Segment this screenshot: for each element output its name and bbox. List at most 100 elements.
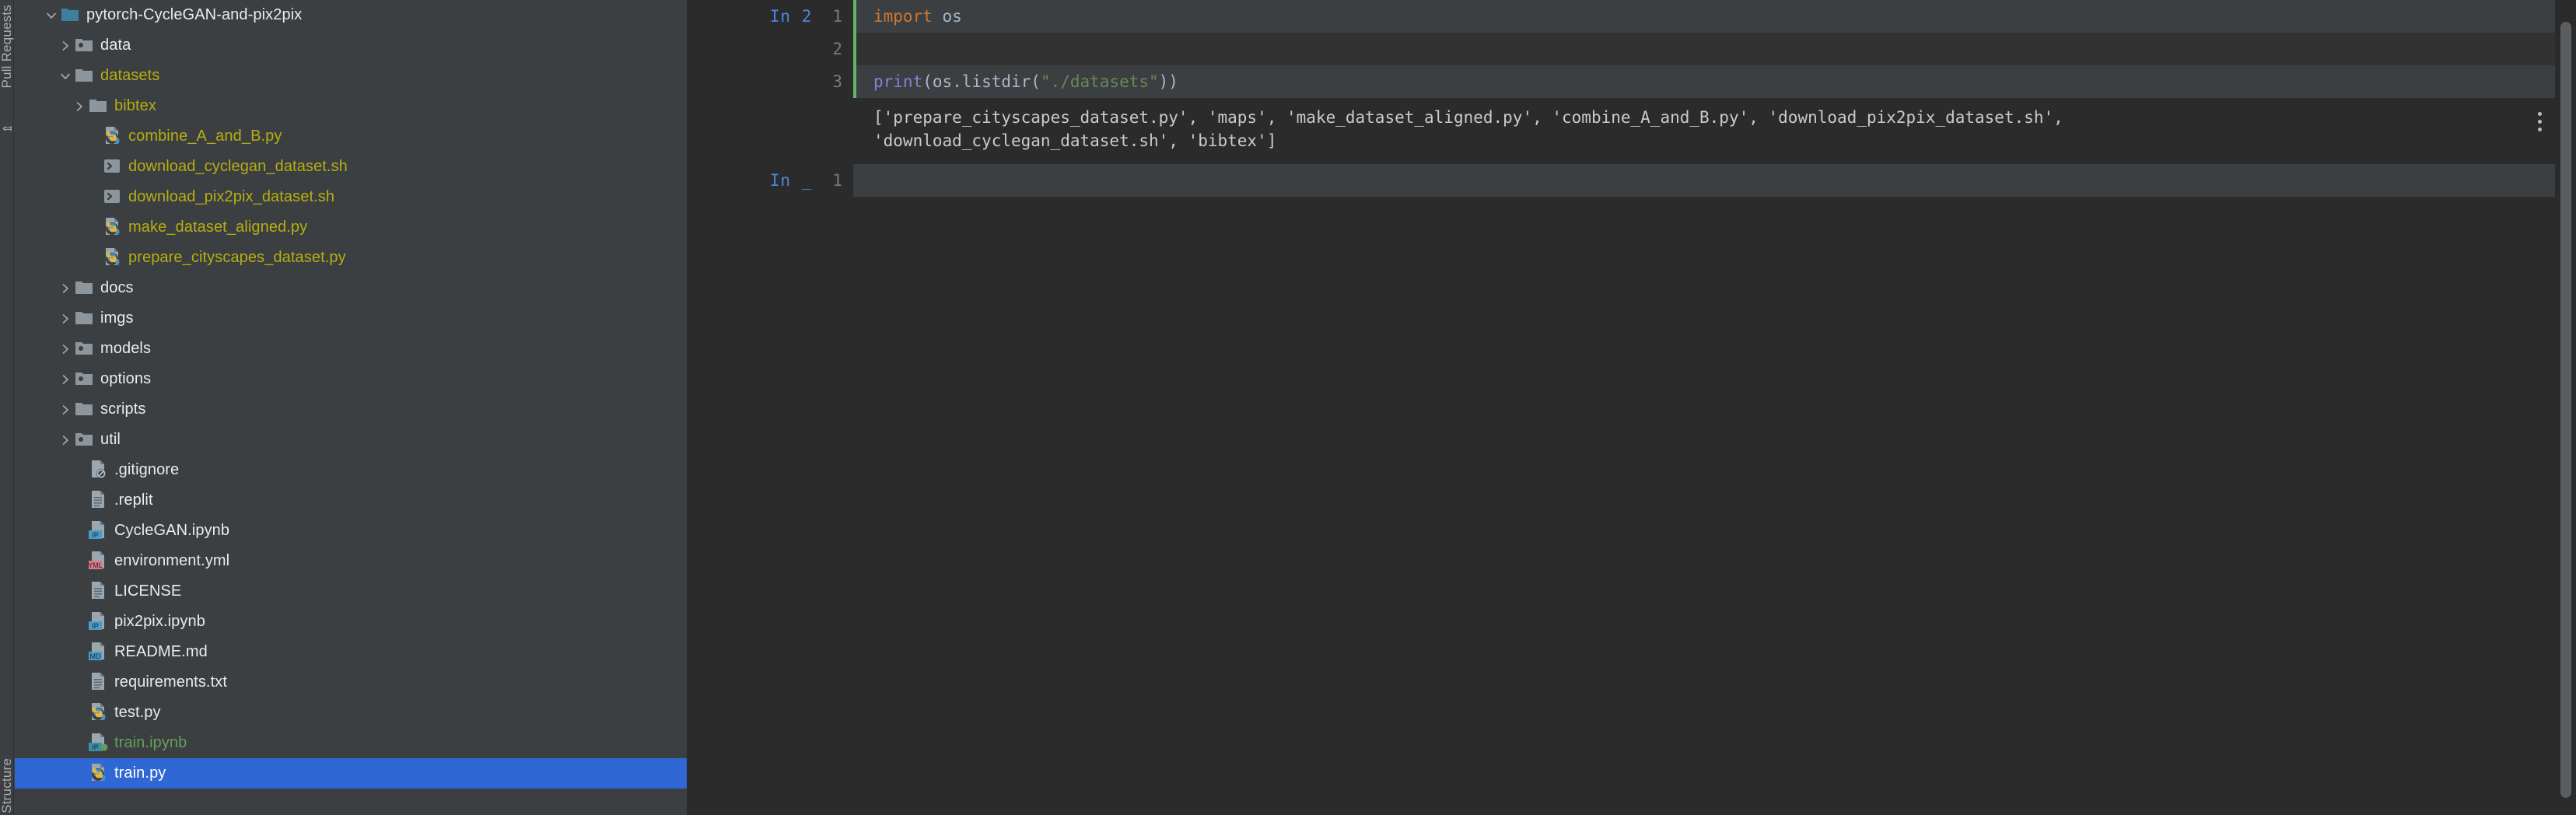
chevron-down-icon[interactable] [45,9,58,22]
ipynb-file-icon: IP [89,611,104,630]
folder-package-icon [75,372,93,385]
arrow-left-icon[interactable]: ⤆ [2,123,12,135]
tree-row[interactable]: download_pix2pix_dataset.sh [15,182,687,212]
ipynb-file-icon: IP [89,520,104,539]
tree-row[interactable]: options [15,364,687,394]
notebook-code-line[interactable]: In 2 1 import os [687,0,2576,33]
notebook-code-line[interactable]: In _ 1 [687,163,2576,197]
tree-row[interactable]: IP CycleGAN.ipynb [15,516,687,546]
python-file-icon [102,216,125,240]
cell-code-text[interactable] [853,33,2562,65]
svg-text:YML: YML [88,561,103,569]
tree-row[interactable]: .replit [15,485,687,516]
tree-row[interactable]: bibtex [15,91,687,121]
output-line: 'download_cyclegan_dataset.sh', 'bibtex'… [873,131,1277,151]
tree-row[interactable]: prepare_cityscapes_dataset.py [15,243,687,273]
tree-row[interactable]: .gitignore [15,455,687,485]
folder-icon [74,398,97,421]
editor-scrollbar-thumb[interactable] [2560,22,2571,798]
notebook-cell[interactable]: In 2 1 import os 2 3 print (os.listdir("./data… [687,0,2576,164]
tree-row[interactable]: requirements.txt [15,667,687,698]
text-file-icon [92,672,104,690]
cell-code-text[interactable]: print (os.listdir("./datasets")) [853,65,2562,98]
cell-prompt[interactable]: In 2 [770,7,813,26]
tree-row[interactable]: LICENSE [15,576,687,607]
tree-row[interactable]: util [15,425,687,455]
chevron-right-icon[interactable] [59,282,72,295]
tree-row[interactable]: make_dataset_aligned.py [15,212,687,243]
notebook-code-line[interactable]: 2 [687,33,2576,65]
cell-code-text[interactable] [853,163,2562,197]
chevron-right-icon[interactable] [73,100,86,113]
gitignore-file-icon [92,460,106,478]
chevron-right-icon[interactable] [59,313,72,325]
chevron-right-icon[interactable] [59,434,72,446]
tree-row[interactable]: combine_A_and_B.py [15,121,687,152]
chevron-down-icon[interactable] [59,70,72,82]
cell-gutter: 2 [687,33,853,65]
tree-row-chevron[interactable] [57,313,74,325]
markdown-file-icon: MD [89,642,104,660]
tree-row[interactable]: test.py [15,698,687,728]
tree-row[interactable]: imgs [15,303,687,334]
chevron-right-icon[interactable] [59,343,72,355]
folder-package-icon [75,38,93,51]
notebook-code-line[interactable]: 3 print (os.listdir("./datasets")) [687,65,2576,98]
folder-package-icon [74,34,97,58]
tree-row-label: .gitignore [114,461,180,478]
tree-row[interactable]: train.py [15,758,687,789]
folder-module-icon [61,8,79,21]
python-file-icon [92,763,106,781]
tree-row-chevron[interactable] [57,70,74,82]
folder-package-icon [74,338,97,361]
svg-text:IP: IP [92,531,99,539]
chevron-right-icon[interactable] [59,40,72,52]
tool-window-pull-requests[interactable]: Pull Requests [0,5,15,89]
tree-row[interactable]: docs [15,273,687,303]
tool-window-structure[interactable]: Structure [0,758,15,813]
python-file-icon [106,247,120,265]
tree-row-chevron[interactable] [43,9,60,22]
tree-row-label: requirements.txt [114,673,227,691]
folder-icon [89,99,107,112]
tree-row-label: prepare_cityscapes_dataset.py [128,249,346,266]
tree-row[interactable]: IP train.ipynb [15,728,687,758]
tree-row-chevron[interactable] [57,343,74,355]
tree-row-label: train.py [114,764,166,782]
tree-row-chevron[interactable] [57,282,74,295]
cell-code-text[interactable]: import os [853,0,2562,33]
tree-row-label: train.ipynb [114,734,187,751]
folder-package-icon [74,428,97,452]
tree-row-chevron[interactable] [57,434,74,446]
chevron-right-icon[interactable] [59,373,72,386]
cell-gutter: In _ 1 [687,163,853,197]
tree-row-label: environment.yml [114,552,230,569]
tree-row-chevron[interactable] [57,373,74,386]
chevron-right-icon[interactable] [59,404,72,416]
tree-row[interactable]: models [15,334,687,364]
line-number: 2 [832,40,842,58]
notebook-cell[interactable]: In _ 1 [687,163,2576,197]
tree-row-chevron[interactable] [57,40,74,52]
tree-row[interactable]: YML environment.yml [15,546,687,576]
text-file-icon [88,671,111,694]
output-line: ['prepare_cityscapes_dataset.py', 'maps'… [873,108,2063,127]
python-file-icon [92,702,106,720]
notebook-editor-panel[interactable]: In 2 1 import os 2 3 print (os.listdir("./data… [687,0,2576,815]
tree-row-chevron[interactable] [71,100,88,113]
cell-prompt[interactable]: In _ [770,171,813,190]
tree-row[interactable]: download_cyclegan_dataset.sh [15,152,687,182]
folder-icon [74,307,97,331]
project-tree-panel[interactable]: pytorch-CycleGAN-and-pix2pix data datasets… [15,0,687,815]
folder-icon [74,65,97,88]
tree-row[interactable]: scripts [15,394,687,425]
tree-row[interactable]: datasets [15,61,687,91]
tree-row[interactable]: pytorch-CycleGAN-and-pix2pix [15,0,687,30]
line-number: 3 [832,72,842,91]
tree-row[interactable]: data [15,30,687,61]
tree-row-chevron[interactable] [57,404,74,416]
tree-row[interactable]: MD README.md [15,637,687,667]
editor-scrollbar-track[interactable] [2555,0,2576,815]
more-vertical-icon[interactable] [2535,109,2545,135]
tree-row[interactable]: IP pix2pix.ipynb [15,607,687,637]
